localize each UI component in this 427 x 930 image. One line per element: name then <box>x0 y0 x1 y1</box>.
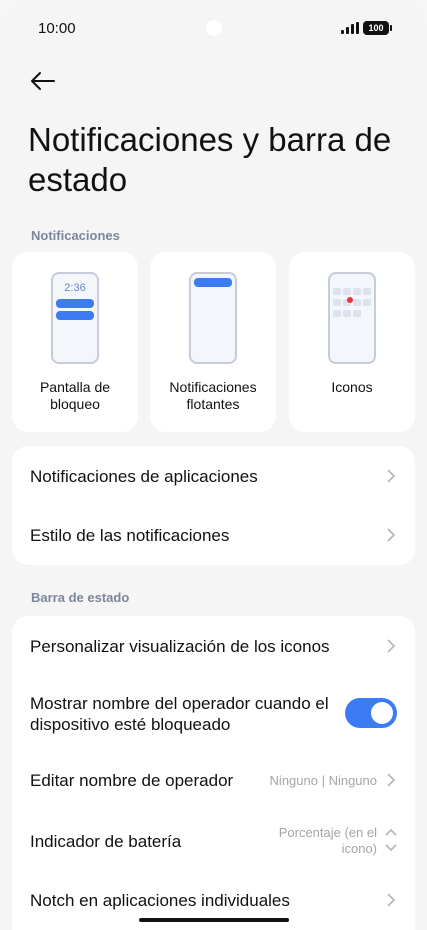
notification-style-tiles: 2:36 Pantalla de bloqueo Notificaciones … <box>12 252 415 432</box>
row-label: Mostrar nombre del operador cuando el di… <box>30 694 329 734</box>
show-carrier-toggle[interactable] <box>345 698 397 728</box>
row-label: Indicador de batería <box>30 832 182 851</box>
row-value: Ninguno | Ninguno <box>269 773 377 788</box>
chevron-right-icon <box>387 469 396 483</box>
show-carrier-row[interactable]: Mostrar nombre del operador cuando el di… <box>12 676 415 748</box>
tile-icons[interactable]: Iconos <box>289 252 415 432</box>
toggle-knob <box>371 702 393 724</box>
floating-notification-preview-icon <box>189 272 237 364</box>
chevron-up-down-icon <box>385 828 397 852</box>
chevron-right-icon <box>387 639 396 653</box>
row-label: Estilo de las notificaciones <box>30 526 230 545</box>
front-camera <box>206 20 222 36</box>
chevron-right-icon <box>387 773 396 787</box>
row-label: Notificaciones de aplicaciones <box>30 467 258 486</box>
notification-style-row[interactable]: Estilo de las notificaciones <box>12 506 415 565</box>
lock-screen-preview-icon: 2:36 <box>51 272 99 364</box>
tile-lock-screen[interactable]: 2:36 Pantalla de bloqueo <box>12 252 138 432</box>
app-notifications-row[interactable]: Notificaciones de aplicaciones <box>12 446 415 506</box>
signal-icon <box>341 22 359 34</box>
status-time: 10:00 <box>38 20 76 37</box>
edit-carrier-row[interactable]: Editar nombre de operador Ninguno | Ning… <box>12 748 415 808</box>
tile-caption: Notificaciones flotantes <box>169 379 257 412</box>
back-arrow-icon[interactable] <box>28 66 58 96</box>
tile-caption: Pantalla de bloqueo <box>39 379 111 412</box>
row-label: Editar nombre de operador <box>30 771 234 790</box>
app-icons-preview-icon <box>328 272 376 364</box>
row-label: Personalizar visualización de los iconos <box>30 637 330 656</box>
lock-screen-clock: 2:36 <box>64 282 86 294</box>
section-label-status-bar: Barra de estado <box>31 590 130 605</box>
home-indicator[interactable] <box>139 918 289 922</box>
chevron-right-icon <box>387 893 396 907</box>
notch-row[interactable]: Notch en aplicaciones individuales <box>12 880 415 930</box>
notifications-card: Notificaciones de aplicaciones Estilo de… <box>12 446 415 565</box>
chevron-right-icon <box>387 528 396 542</box>
battery-indicator-row[interactable]: Indicador de batería Porcentaje (en el i… <box>12 808 415 880</box>
page-title: Notificaciones y barra de estado <box>28 121 392 198</box>
row-label: Notch en aplicaciones individuales <box>30 891 290 910</box>
customize-icons-row[interactable]: Personalizar visualización de los iconos <box>12 616 415 676</box>
phone-screen: 10:00 100 Notificaciones y barra de esta… <box>0 0 427 930</box>
tile-floating-notifications[interactable]: Notificaciones flotantes <box>150 252 276 432</box>
status-bar: 10:00 100 <box>38 18 392 42</box>
section-label-notifications: Notificaciones <box>31 228 120 243</box>
row-value: Porcentaje (en el icono) <box>278 825 377 856</box>
status-bar-card: Personalizar visualización de los iconos… <box>12 616 415 930</box>
tile-caption: Iconos <box>331 379 373 395</box>
battery-icon: 100 <box>363 21 392 35</box>
